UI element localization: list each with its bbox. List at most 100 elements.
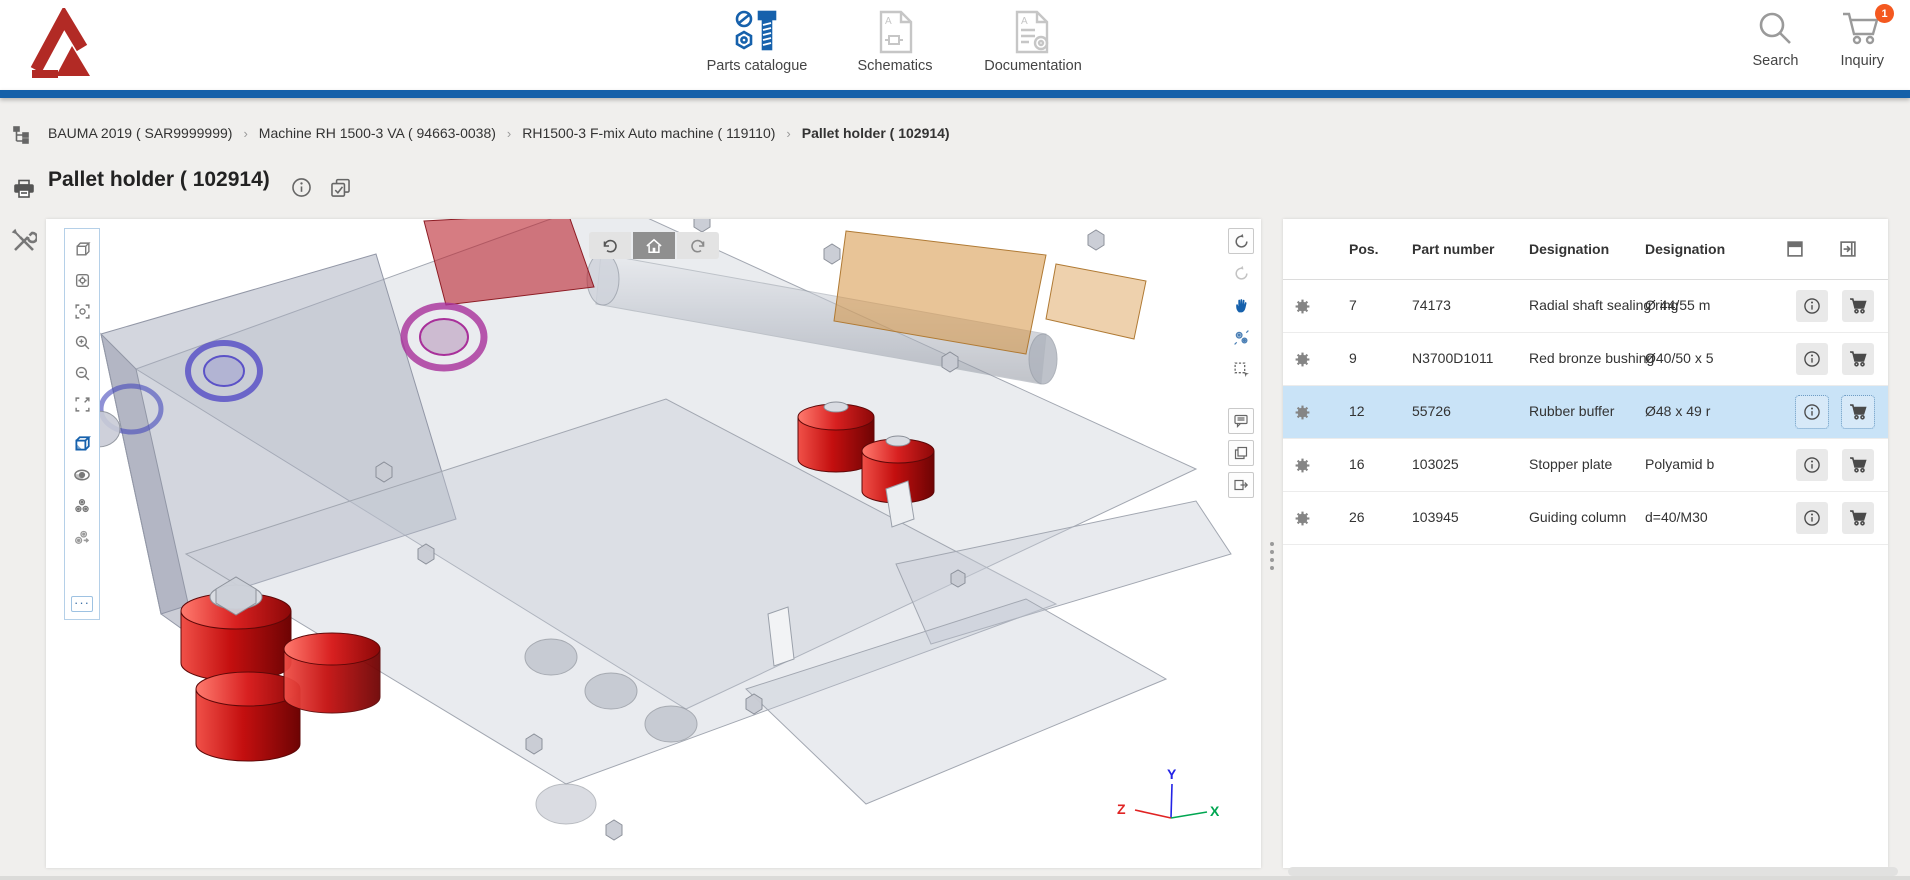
zoom-in-icon[interactable] xyxy=(67,327,97,358)
company-logo[interactable] xyxy=(28,8,90,78)
cad-model xyxy=(46,219,1261,868)
breadcrumb: BAUMA 2019 ( SAR9999999) › Machine RH 1500… xyxy=(48,125,950,141)
assembly-gears-icon[interactable] xyxy=(67,490,97,521)
add-to-cart-button[interactable] xyxy=(1842,396,1874,428)
cell-pos: 16 xyxy=(1349,456,1365,472)
print-button[interactable] xyxy=(13,179,35,199)
add-to-cart-button[interactable] xyxy=(1842,290,1874,322)
fit-to-view-icon[interactable] xyxy=(67,296,97,327)
part-info-button[interactable] xyxy=(1796,290,1828,322)
cell-designation-2: Ø40/50 x 5 xyxy=(1645,350,1721,366)
explode-settings-icon[interactable] xyxy=(1228,324,1254,350)
zoom-out-icon[interactable] xyxy=(67,358,97,389)
isometric-view-icon[interactable] xyxy=(67,234,97,265)
svg-text:A: A xyxy=(1021,16,1028,27)
settings-tools-icon[interactable] xyxy=(11,228,37,254)
breadcrumb-item[interactable]: BAUMA 2019 ( SAR9999999) xyxy=(48,125,232,141)
row-actions-gear-icon[interactable] xyxy=(1294,298,1311,315)
nav-parts-catalogue[interactable]: Parts catalogue xyxy=(688,6,826,74)
parts-list-panel: Pos. Part number Designation Designation… xyxy=(1283,219,1888,868)
collapse-panel-icon[interactable] xyxy=(1836,237,1860,261)
title-select-parts-icon[interactable] xyxy=(330,177,351,198)
home-view-button[interactable] xyxy=(633,232,675,259)
col-header-designation-2: Designation xyxy=(1645,241,1725,257)
viewer-top-toolbar xyxy=(589,232,719,259)
undo-button[interactable] xyxy=(589,232,631,259)
orbit-rotate-icon[interactable] xyxy=(1228,228,1254,254)
add-to-cart-button[interactable] xyxy=(1842,449,1874,481)
row-actions-gear-icon[interactable] xyxy=(1294,351,1311,368)
inquiry-button[interactable]: 1 Inquiry xyxy=(1840,10,1884,69)
part-info-button[interactable] xyxy=(1796,502,1828,534)
export-view-icon[interactable] xyxy=(1228,472,1254,498)
cell-designation-2: Ø 44/55 m xyxy=(1645,297,1721,313)
add-to-cart-button[interactable] xyxy=(1842,502,1874,534)
transparency-mode-icon[interactable] xyxy=(67,428,97,459)
part-row[interactable]: 9 N3700D1011 Red bronze bushing Ø40/50 x… xyxy=(1283,333,1888,386)
header-accent-bar xyxy=(0,90,1910,98)
cell-part-number: 103945 xyxy=(1412,509,1459,525)
nav-label: Parts catalogue xyxy=(707,58,808,74)
schematics-icon: A xyxy=(875,6,915,54)
app-header: Parts catalogue A Schematics A xyxy=(0,0,1910,90)
visibility-eye-icon[interactable] xyxy=(67,459,97,490)
title-info-icon[interactable] xyxy=(291,177,312,198)
nav-label: Documentation xyxy=(984,58,1082,74)
row-actions-gear-icon[interactable] xyxy=(1294,510,1311,527)
row-actions-gear-icon[interactable] xyxy=(1294,404,1311,421)
parts-catalogue-icon xyxy=(734,6,780,54)
search-button[interactable]: Search xyxy=(1753,10,1799,69)
part-info-button[interactable] xyxy=(1796,449,1828,481)
nav-documentation[interactable]: A Documentation xyxy=(964,6,1102,74)
breadcrumb-separator: › xyxy=(786,126,790,141)
nav-schematics[interactable]: A Schematics xyxy=(826,6,964,74)
part-info-button[interactable] xyxy=(1796,396,1828,428)
part-row[interactable]: 26 103945 Guiding column d=40/M30 xyxy=(1283,492,1888,545)
cell-designation-2: d=40/M30 xyxy=(1645,509,1721,525)
rotate-disabled-icon[interactable] xyxy=(1228,260,1254,286)
area-select-icon[interactable] xyxy=(1228,356,1254,382)
window-bottom-edge xyxy=(0,876,1910,880)
breadcrumb-item[interactable]: Machine RH 1500-3 VA ( 94663-0038) xyxy=(259,125,496,141)
col-header-designation: Designation xyxy=(1529,241,1609,257)
cell-part-number: 74173 xyxy=(1412,297,1451,313)
render-settings-icon[interactable] xyxy=(67,265,97,296)
part-row[interactable]: 7 74173 Radial shaft sealing ring Ø 44/5… xyxy=(1283,280,1888,333)
cell-part-number: 55726 xyxy=(1412,403,1451,419)
cell-pos: 12 xyxy=(1349,403,1365,419)
inquiry-badge: 1 xyxy=(1875,4,1894,23)
cad-viewport[interactable]: Y Z X xyxy=(46,219,1261,868)
viewer-panel: Y Z X xyxy=(46,219,1261,868)
page-title: Pallet holder ( 102914) xyxy=(48,168,270,192)
hierarchy-tree-icon[interactable] xyxy=(12,125,32,145)
cell-pos: 9 xyxy=(1349,350,1357,366)
breadcrumb-item-current: Pallet holder ( 102914) xyxy=(802,125,950,141)
inquiry-label: Inquiry xyxy=(1840,53,1884,69)
part-info-button[interactable] xyxy=(1796,343,1828,375)
header-actions: Search 1 Inquiry xyxy=(1753,10,1884,69)
toggle-detail-view-icon[interactable] xyxy=(1783,237,1807,261)
part-row[interactable]: 16 103025 Stopper plate Polyamid b xyxy=(1283,439,1888,492)
fullscreen-icon[interactable] xyxy=(67,389,97,420)
cell-pos: 26 xyxy=(1349,509,1365,525)
panel-resize-handle[interactable] xyxy=(1266,538,1278,574)
axis-z-label: Z xyxy=(1117,801,1126,817)
cell-part-number: N3700D1011 xyxy=(1412,350,1493,366)
add-to-cart-button[interactable] xyxy=(1842,343,1874,375)
part-row-selected[interactable]: 12 55726 Rubber buffer Ø48 x 49 r xyxy=(1283,386,1888,439)
redo-button[interactable] xyxy=(677,232,719,259)
svg-text:A: A xyxy=(885,16,892,27)
cell-designation: Rubber buffer xyxy=(1529,403,1614,419)
breadcrumb-separator: › xyxy=(243,126,247,141)
annotations-icon[interactable] xyxy=(1228,408,1254,434)
disassembly-gear-icon[interactable] xyxy=(67,521,97,552)
pan-hand-icon[interactable] xyxy=(1228,292,1254,318)
row-actions-gear-icon[interactable] xyxy=(1294,457,1311,474)
cell-pos: 7 xyxy=(1349,297,1357,313)
breadcrumb-item[interactable]: RH1500-3 F-mix Auto machine ( 119110) xyxy=(522,125,775,141)
more-tools-button[interactable]: ··· xyxy=(71,596,93,612)
horizontal-scrollbar[interactable] xyxy=(1288,867,1898,876)
views-list-icon[interactable] xyxy=(1228,440,1254,466)
col-header-pos: Pos. xyxy=(1349,241,1379,257)
cell-designation-2: Polyamid b xyxy=(1645,456,1721,472)
